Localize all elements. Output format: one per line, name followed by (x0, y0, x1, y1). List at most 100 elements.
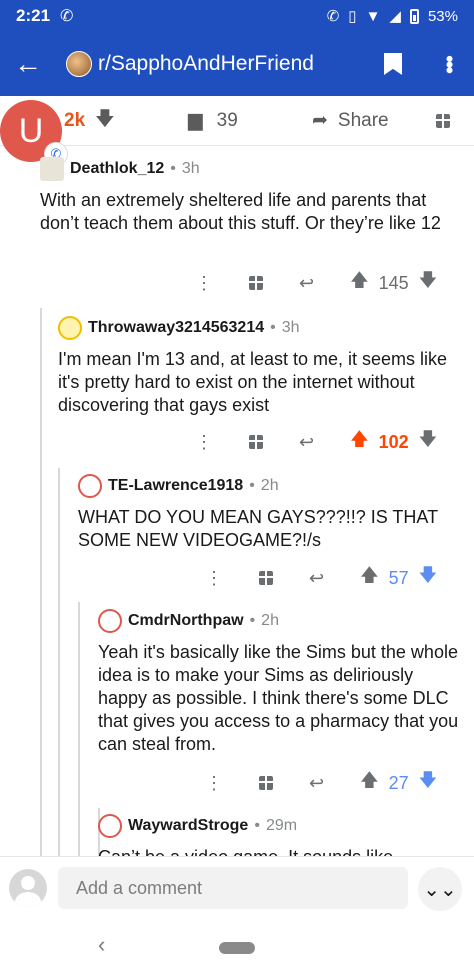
post-comments-button[interactable]: ▆ 39 (188, 109, 238, 132)
bookmark-icon[interactable] (384, 53, 402, 75)
comment-username[interactable]: WaywardStroge (128, 817, 248, 835)
post-comment-count: 39 (216, 109, 238, 131)
vote-group: 🡅 27 🡇 (360, 768, 437, 798)
comment-header: Throwaway3214563214 • 3h (58, 316, 460, 340)
award-icon[interactable] (249, 435, 263, 449)
comment-2: Throwaway3214563214 • 3h I'm mean I'm 13… (58, 316, 460, 417)
vote-count: 145 (378, 272, 409, 293)
status-icons: ✆ ▯ ▼ ◢ 53% (326, 7, 458, 26)
downvote-icon[interactable]: 🡇 (419, 563, 438, 593)
comment-4-actions: ⋮ ↩ 🡅 27 🡇 (205, 768, 437, 798)
comment-1: Deathlok_12 • 3h With an extremely shelt… (40, 157, 460, 235)
separator-dot: • (170, 160, 176, 177)
comment-header: CmdrNorthpaw • 2h (98, 609, 464, 633)
more-options-icon[interactable]: ⋮ (205, 773, 223, 794)
share-arrow-icon: ➦ (312, 110, 328, 131)
separator-dot: • (249, 612, 256, 629)
reply-icon[interactable]: ↩ (299, 432, 314, 453)
comment-header: WaywardStroge • 29m (98, 814, 464, 838)
downvote-icon[interactable]: 🡇 (95, 105, 115, 137)
subreddit-title[interactable]: r/SapphoAndHerFriend (98, 52, 314, 76)
vibrate-icon: ▯ (348, 8, 357, 25)
more-options-icon[interactable]: ⋮ (205, 568, 223, 589)
post-action-bar: 2k 🡇 ▆ 39 ➦ Share (0, 96, 474, 146)
add-comment-input[interactable]: Add a comment (58, 867, 408, 909)
comment-body: Can’t be a video game. It sounds like (98, 846, 464, 856)
downvote-icon[interactable]: 🡇 (419, 268, 438, 298)
comment-age: 3h (281, 319, 300, 336)
subreddit-avatar[interactable] (66, 51, 92, 77)
more-options-icon[interactable]: ••• (437, 55, 462, 72)
separator-dot: • (254, 817, 260, 834)
user-avatar[interactable] (58, 316, 82, 340)
comment-3-actions: ⋮ ↩ 🡅 57 🡇 (205, 563, 437, 593)
upvote-icon[interactable]: 🡅 (360, 563, 379, 593)
comment-4: CmdrNorthpaw • 2h Yeah it's basically li… (98, 609, 464, 756)
upvote-icon[interactable]: 🡅 (360, 768, 379, 798)
comment-3: TE-Lawrence1918 • 2h WHAT DO YOU MEAN GA… (78, 474, 462, 552)
award-icon[interactable] (259, 571, 273, 585)
comment-2-actions: ⋮ ↩ 🡅 102 🡇 (195, 427, 437, 457)
home-pill[interactable] (219, 942, 255, 954)
separator-dot: • (270, 319, 276, 336)
vote-group: 🡅 102 🡇 (350, 427, 437, 457)
comment-body: With an extremely sheltered life and par… (40, 190, 441, 233)
comment-age: 2h (260, 477, 279, 494)
user-avatar[interactable] (98, 609, 122, 633)
user-avatar[interactable] (78, 474, 102, 498)
separator-dot: • (249, 477, 255, 494)
share-button[interactable]: ➦ Share (312, 109, 389, 132)
wifi-icon: ▼ (365, 7, 381, 25)
post-votes: 2k 🡇 (64, 105, 115, 137)
vote-group: 🡅 145 🡇 (350, 268, 437, 298)
comment-header: TE-Lawrence1918 • 2h (78, 474, 462, 498)
comment-composer: Add a comment ⌄⌄ (0, 856, 474, 920)
reply-icon[interactable]: ↩ (299, 273, 314, 294)
comment-username[interactable]: Throwaway3214563214 (88, 319, 264, 337)
comment-body: WHAT DO YOU MEAN GAYS???!!? IS THAT SOME… (78, 507, 438, 550)
share-label: Share (337, 109, 389, 131)
thread-line[interactable] (40, 308, 42, 860)
comment-age: 29m (265, 817, 298, 834)
award-icon[interactable] (249, 276, 263, 290)
user-avatar-icon[interactable] (9, 869, 47, 907)
upvote-icon[interactable]: 🡅 (350, 427, 369, 457)
reply-icon[interactable]: ↩ (309, 773, 324, 794)
downvote-icon[interactable]: 🡇 (419, 427, 438, 457)
system-nav-bar: ‹ (0, 920, 474, 974)
user-avatar[interactable] (98, 814, 122, 838)
comment-body: Yeah it's basically like the Sims but th… (98, 642, 459, 754)
vote-count: 102 (378, 431, 409, 452)
collapse-threads-icon[interactable]: ⌄⌄ (418, 867, 462, 911)
upvote-icon[interactable]: 🡅 (350, 268, 369, 298)
award-icon[interactable] (259, 776, 273, 790)
comment-username[interactable]: Deathlok_12 (70, 160, 164, 178)
vote-count: 27 (388, 772, 409, 793)
reply-icon[interactable]: ↩ (309, 568, 324, 589)
user-avatar[interactable] (40, 157, 64, 181)
call-icon: ✆ (326, 8, 340, 25)
status-bar: 2:21 ✆ ✆ ▯ ▼ ◢ 53% (0, 0, 474, 32)
comment-bubble-icon: ▆ (188, 110, 203, 131)
thread-line[interactable] (58, 468, 60, 860)
back-arrow-icon[interactable]: ← (14, 48, 54, 80)
more-options-icon[interactable]: ⋮ (195, 273, 213, 294)
thread-line[interactable] (78, 602, 80, 860)
vote-count: 57 (388, 567, 409, 588)
phone-icon: ✆ (60, 8, 74, 25)
vote-group: 🡅 57 🡇 (360, 563, 437, 593)
downvote-icon[interactable]: 🡇 (419, 768, 438, 798)
comment-username[interactable]: CmdrNorthpaw (128, 612, 244, 630)
award-icon[interactable] (436, 113, 450, 128)
more-options-icon[interactable]: ⋮ (195, 432, 213, 453)
comment-body: I'm mean I'm 13 and, at least to me, it … (58, 349, 448, 415)
comment-username[interactable]: TE-Lawrence1918 (108, 477, 243, 495)
comment-5: WaywardStroge • 29m Can’t be a video gam… (98, 814, 464, 856)
battery-percent: 53% (427, 7, 458, 25)
nav-back-icon[interactable]: ‹ (98, 932, 105, 958)
floating-app-bubble[interactable]: U ✆ (0, 100, 68, 166)
comment-header: Deathlok_12 • 3h (40, 157, 460, 181)
app-bar: ← r/SapphoAndHerFriend ••• (0, 32, 474, 96)
status-time: 2:21 (16, 6, 51, 25)
comment-age: 3h (181, 160, 200, 177)
